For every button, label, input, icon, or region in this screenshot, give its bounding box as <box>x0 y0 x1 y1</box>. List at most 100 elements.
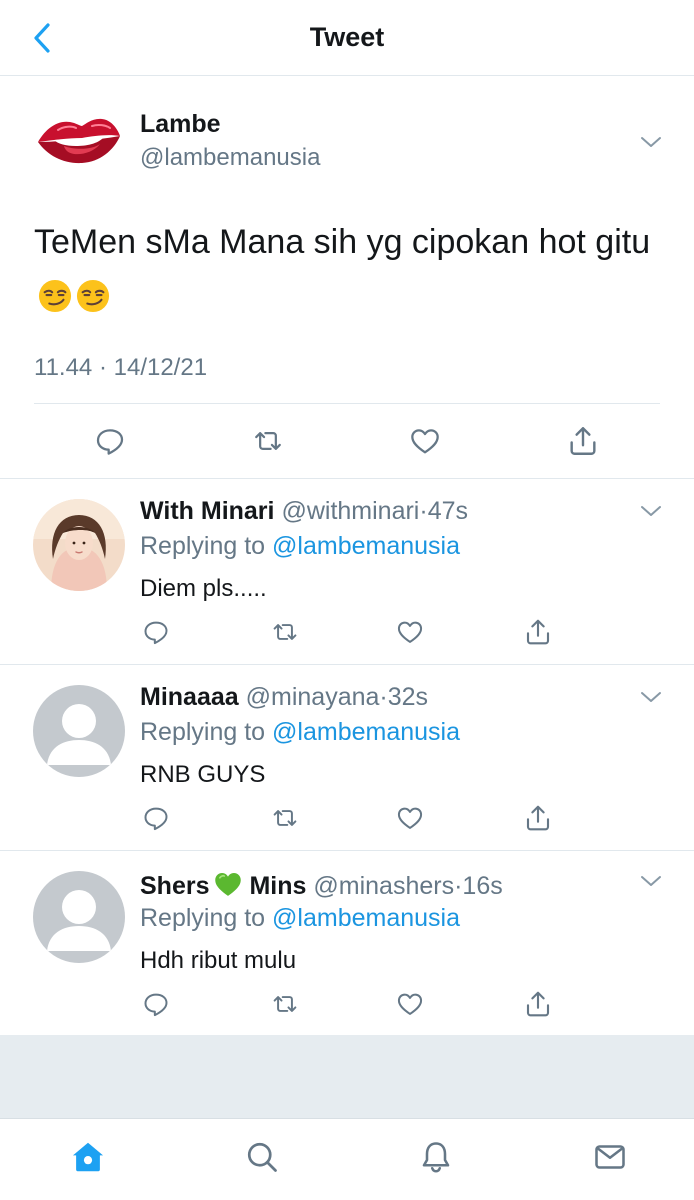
reply-author-name-part2[interactable]: Mins <box>249 872 306 900</box>
reply-header: With Minari @withminari·47s <box>140 497 468 526</box>
retweet-icon <box>273 996 297 1012</box>
reply-menu-button[interactable] <box>637 497 665 525</box>
like-button[interactable] <box>392 986 428 1022</box>
share-icon <box>526 805 550 831</box>
meta-separator: · <box>98 354 107 381</box>
empty-area <box>0 1035 694 1119</box>
reply-button[interactable] <box>138 614 174 650</box>
share-button[interactable] <box>520 614 556 650</box>
reply-button[interactable] <box>138 800 174 836</box>
retweet-button[interactable] <box>267 614 303 650</box>
reply-time: 47s <box>427 497 468 525</box>
mention-link[interactable]: @lambemanusia <box>272 904 460 932</box>
avatar[interactable] <box>33 499 125 591</box>
tweet-menu-button[interactable] <box>637 128 665 156</box>
replying-to: Replying to @lambemanusia <box>140 532 460 561</box>
tab-search[interactable] <box>242 1137 282 1177</box>
replying-to-label: Replying to <box>140 904 266 932</box>
page-title: Tweet <box>309 22 385 52</box>
smirking-face-emoji <box>76 279 110 313</box>
reply-time: 16s <box>462 872 503 900</box>
tab-notifications[interactable] <box>416 1137 456 1177</box>
heart-icon <box>397 993 423 1015</box>
reply-text: Diem pls..... <box>140 575 267 602</box>
reply-menu-button[interactable] <box>637 867 665 895</box>
default-avatar-icon <box>33 685 125 777</box>
divider <box>34 403 660 404</box>
top-bar: Tweet <box>0 0 694 76</box>
share-icon <box>526 619 550 645</box>
retweet-icon <box>255 432 281 450</box>
reply-author-handle[interactable]: @withminari <box>281 497 419 525</box>
tweet-time: 11.44 <box>34 354 93 381</box>
reply-header: Shers Mins @minashers·16s <box>140 869 503 901</box>
replying-to: Replying to @lambemanusia <box>140 718 460 747</box>
replying-to-label: Replying to <box>140 718 266 746</box>
share-button[interactable] <box>520 800 556 836</box>
green-heart-emoji <box>215 873 242 896</box>
like-button[interactable] <box>392 614 428 650</box>
share-button[interactable] <box>563 421 603 461</box>
tweet-text-content: TeMen sMa Mana sih yg cipokan hot gitu <box>34 223 651 261</box>
author-handle[interactable]: @lambemanusia <box>140 144 320 172</box>
reply-button[interactable] <box>138 986 174 1022</box>
reply-time-separator: · <box>379 683 388 711</box>
tweet-text: TeMen sMa Mana sih yg cipokan hot gitu <box>34 214 664 326</box>
smirking-face-emoji <box>38 279 72 313</box>
reply-button[interactable] <box>90 421 130 461</box>
like-button[interactable] <box>405 421 445 461</box>
retweet-icon <box>273 624 297 640</box>
reply-header: Minaaaa @minayana·32s <box>140 683 428 712</box>
reply-tweet[interactable]: With Minari @withminari·47s Replying to … <box>0 479 694 665</box>
mention-link[interactable]: @lambemanusia <box>272 718 460 746</box>
reply-author-handle[interactable]: @minashers <box>313 872 454 900</box>
reply-icon <box>96 429 124 455</box>
reply-icon <box>144 993 168 1017</box>
replying-to-label: Replying to <box>140 532 266 560</box>
replying-to: Replying to @lambemanusia <box>140 904 460 933</box>
user-photo-avatar <box>33 499 125 591</box>
reply-author-name[interactable]: With Minari <box>140 497 275 525</box>
avatar[interactable] <box>34 106 124 176</box>
retweet-button[interactable] <box>248 421 288 461</box>
reply-time: 32s <box>387 683 429 711</box>
avatar[interactable] <box>33 685 125 777</box>
author-name[interactable]: Lambe <box>140 110 221 139</box>
avatar[interactable] <box>33 871 125 963</box>
reply-tweet[interactable]: Minaaaa @minayana·32s Replying to @lambe… <box>0 665 694 851</box>
tweet-actions <box>0 421 694 461</box>
share-icon <box>526 991 550 1017</box>
mail-icon <box>595 1145 625 1169</box>
search-icon <box>247 1142 277 1172</box>
reply-actions <box>0 800 694 836</box>
reply-text: Hdh ribut mulu <box>140 947 297 974</box>
tweet-date: 14/12/21 <box>113 354 208 381</box>
reply-tweet[interactable]: Shers Mins @minashers·16s Replying to @l… <box>0 851 694 1035</box>
reply-author-name[interactable]: Minaaaa <box>140 683 239 711</box>
bell-icon <box>422 1142 450 1173</box>
tab-home[interactable] <box>68 1137 108 1177</box>
reply-author-handle[interactable]: @minayana <box>246 683 380 711</box>
retweet-button[interactable] <box>267 800 303 836</box>
reply-icon <box>144 621 168 645</box>
main-tweet: Lambe @lambemanusia TeMen sMa Mana sih y… <box>0 76 694 479</box>
bottom-tab-bar <box>0 1118 694 1200</box>
tweet-timestamp: 11.44 · 14/12/21 <box>34 354 207 382</box>
reply-menu-button[interactable] <box>637 683 665 711</box>
retweet-button[interactable] <box>267 986 303 1022</box>
reply-actions <box>0 986 694 1022</box>
mention-link[interactable]: @lambemanusia <box>272 532 460 560</box>
chevron-down-icon <box>641 876 661 886</box>
heart-icon <box>397 621 423 643</box>
retweet-icon <box>273 810 297 826</box>
home-icon <box>72 1142 104 1172</box>
share-button[interactable] <box>520 986 556 1022</box>
chevron-down-icon <box>641 506 661 516</box>
reply-author-name-part1[interactable]: Shers <box>140 872 209 900</box>
default-avatar-icon <box>33 871 125 963</box>
tab-messages[interactable] <box>590 1137 630 1177</box>
like-button[interactable] <box>392 800 428 836</box>
share-icon <box>570 427 596 455</box>
heart-icon <box>411 429 439 454</box>
reply-text: RNB GUYS <box>140 761 266 788</box>
